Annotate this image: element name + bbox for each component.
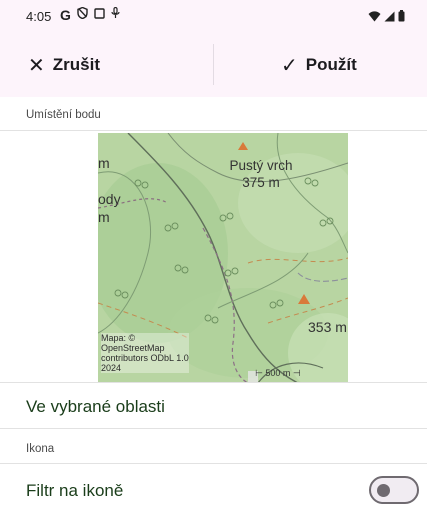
- status-icons-right: [368, 9, 405, 27]
- divider: [0, 130, 427, 131]
- scale-right-tick: ⊣: [292, 368, 301, 378]
- status-icons-left: G: [60, 6, 120, 23]
- scale-left-tick: ⊢: [255, 368, 263, 378]
- action-divider: [213, 44, 214, 85]
- check-icon: ✓: [281, 53, 298, 77]
- peak-name: Pustý vrch: [229, 158, 293, 173]
- peak-elevation: 375 m: [242, 175, 280, 190]
- divider: [0, 382, 427, 383]
- attribution-line-2: OpenStreetMap: [101, 343, 165, 353]
- signal-icon: [384, 9, 395, 27]
- toggle-knob: [377, 484, 390, 497]
- section-label-icon: Ikona: [26, 443, 55, 455]
- map-scale: ⊢ 500 m ⊣: [255, 368, 301, 379]
- filter-row-label[interactable]: Filtr na ikoně: [26, 481, 123, 501]
- filter-toggle[interactable]: [369, 476, 419, 504]
- status-bar: 4:05 G: [0, 0, 427, 30]
- edge-label-bottom: m: [98, 209, 110, 225]
- attribution-line-1: Mapa: ©: [101, 333, 136, 343]
- attribution-line-4: 2024: [101, 363, 122, 373]
- second-elevation-label: 353 m: [308, 319, 347, 335]
- wifi-icon: [368, 9, 381, 27]
- apply-button[interactable]: ✓ Použít: [281, 36, 357, 94]
- edge-label-mid: ody: [98, 191, 121, 207]
- peak-name-label: Pustý vrch 375 m: [206, 157, 316, 191]
- edge-label-top: m: [98, 155, 110, 171]
- cancel-label: Zrušit: [52, 55, 100, 74]
- mic-icon: [111, 6, 120, 23]
- attribution-line-3: contributors ODbL 1.0: [101, 353, 189, 363]
- cancel-button[interactable]: ✕ Zrušit: [28, 36, 100, 94]
- google-icon: G: [60, 7, 71, 23]
- divider: [0, 463, 427, 464]
- battery-icon: [398, 9, 405, 27]
- section-label-location: Umístění bodu: [26, 109, 101, 121]
- screen-icon: [94, 7, 105, 23]
- status-time: 4:05: [26, 9, 52, 24]
- area-row[interactable]: Ve vybrané oblasti: [26, 397, 165, 417]
- shield-icon: [77, 6, 88, 23]
- close-icon: ✕: [28, 53, 45, 77]
- divider: [0, 428, 427, 429]
- scale-label: 500 m: [265, 368, 291, 378]
- map-attribution: Mapa: © OpenStreetMap contributors ODbL …: [101, 333, 189, 373]
- map-preview[interactable]: Pustý vrch 375 m 353 m m ody m Mapa: © O…: [98, 133, 348, 383]
- apply-label: Použít: [305, 55, 357, 74]
